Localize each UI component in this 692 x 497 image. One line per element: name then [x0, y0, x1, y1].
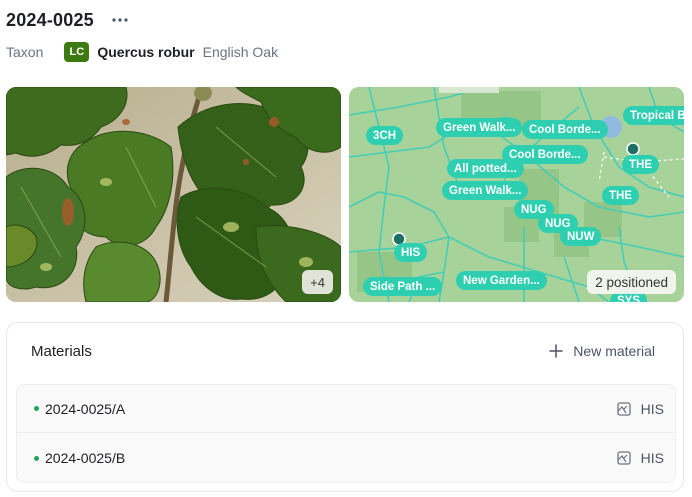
material-id: 2024-0025/B — [45, 450, 126, 466]
materials-panel: Materials New material 2024-0025/A HIS 2… — [6, 322, 684, 492]
map-label-tropical[interactable]: Tropical B — [623, 106, 684, 125]
photo-gallery[interactable]: +4 — [6, 87, 341, 302]
new-material-button[interactable]: New material — [549, 343, 655, 359]
map-icon — [617, 401, 631, 416]
map-label-new-garden[interactable]: New Garden... — [456, 271, 547, 290]
status-dot — [34, 455, 39, 461]
material-location: HIS — [617, 450, 664, 466]
materials-title: Materials — [31, 343, 92, 360]
map-label-side-path[interactable]: Side Path ... — [363, 277, 443, 296]
map-label-the-2[interactable]: THE — [602, 186, 639, 205]
positioned-count-badge: 2 positioned — [587, 270, 676, 294]
map-label-3ch[interactable]: 3CH — [366, 126, 404, 145]
map-label-green-walk[interactable]: Green Walk... — [436, 118, 523, 137]
taxon-scientific-name[interactable]: Quercus robur — [97, 44, 194, 60]
map-label-nuw[interactable]: NUW — [560, 227, 602, 246]
taxon-row: Taxon LC Quercus robur English Oak — [6, 41, 278, 63]
plus-icon — [549, 344, 564, 358]
map-label-cool-border[interactable]: Cool Borde... — [522, 120, 608, 139]
accession-header: 2024-0025 — [6, 8, 130, 32]
map-label-the[interactable]: THE — [622, 155, 659, 174]
material-location: HIS — [617, 401, 664, 417]
map-label-all-potted[interactable]: All potted... — [447, 159, 524, 178]
taxon-common-name: English Oak — [202, 44, 279, 60]
material-location-code: HIS — [640, 400, 664, 417]
more-options-button[interactable] — [110, 10, 130, 30]
page-title: 2024-0025 — [6, 9, 94, 30]
new-material-label: New material — [573, 343, 655, 359]
iucn-status-badge: LC — [64, 42, 90, 62]
material-row[interactable]: 2024-0025/A HIS — [17, 385, 675, 433]
material-row[interactable]: 2024-0025/B HIS — [17, 434, 675, 482]
materials-list: 2024-0025/A HIS 2024-0025/B HIS — [16, 384, 676, 483]
more-photos-badge[interactable]: +4 — [302, 270, 333, 294]
map-label-his[interactable]: HIS — [394, 243, 428, 262]
status-dot — [34, 406, 39, 411]
material-location-code: HIS — [640, 450, 664, 466]
map-icon — [617, 451, 631, 465]
material-id: 2024-0025/A — [45, 400, 126, 417]
location-map[interactable]: 3CH Green Walk... Cool Borde... Tropical… — [349, 87, 684, 302]
ellipsis-icon — [112, 18, 128, 22]
map-label-green-walk-2[interactable]: Green Walk... — [442, 181, 529, 200]
taxon-label: Taxon — [6, 44, 44, 60]
oak-leaf-photo — [6, 87, 341, 302]
